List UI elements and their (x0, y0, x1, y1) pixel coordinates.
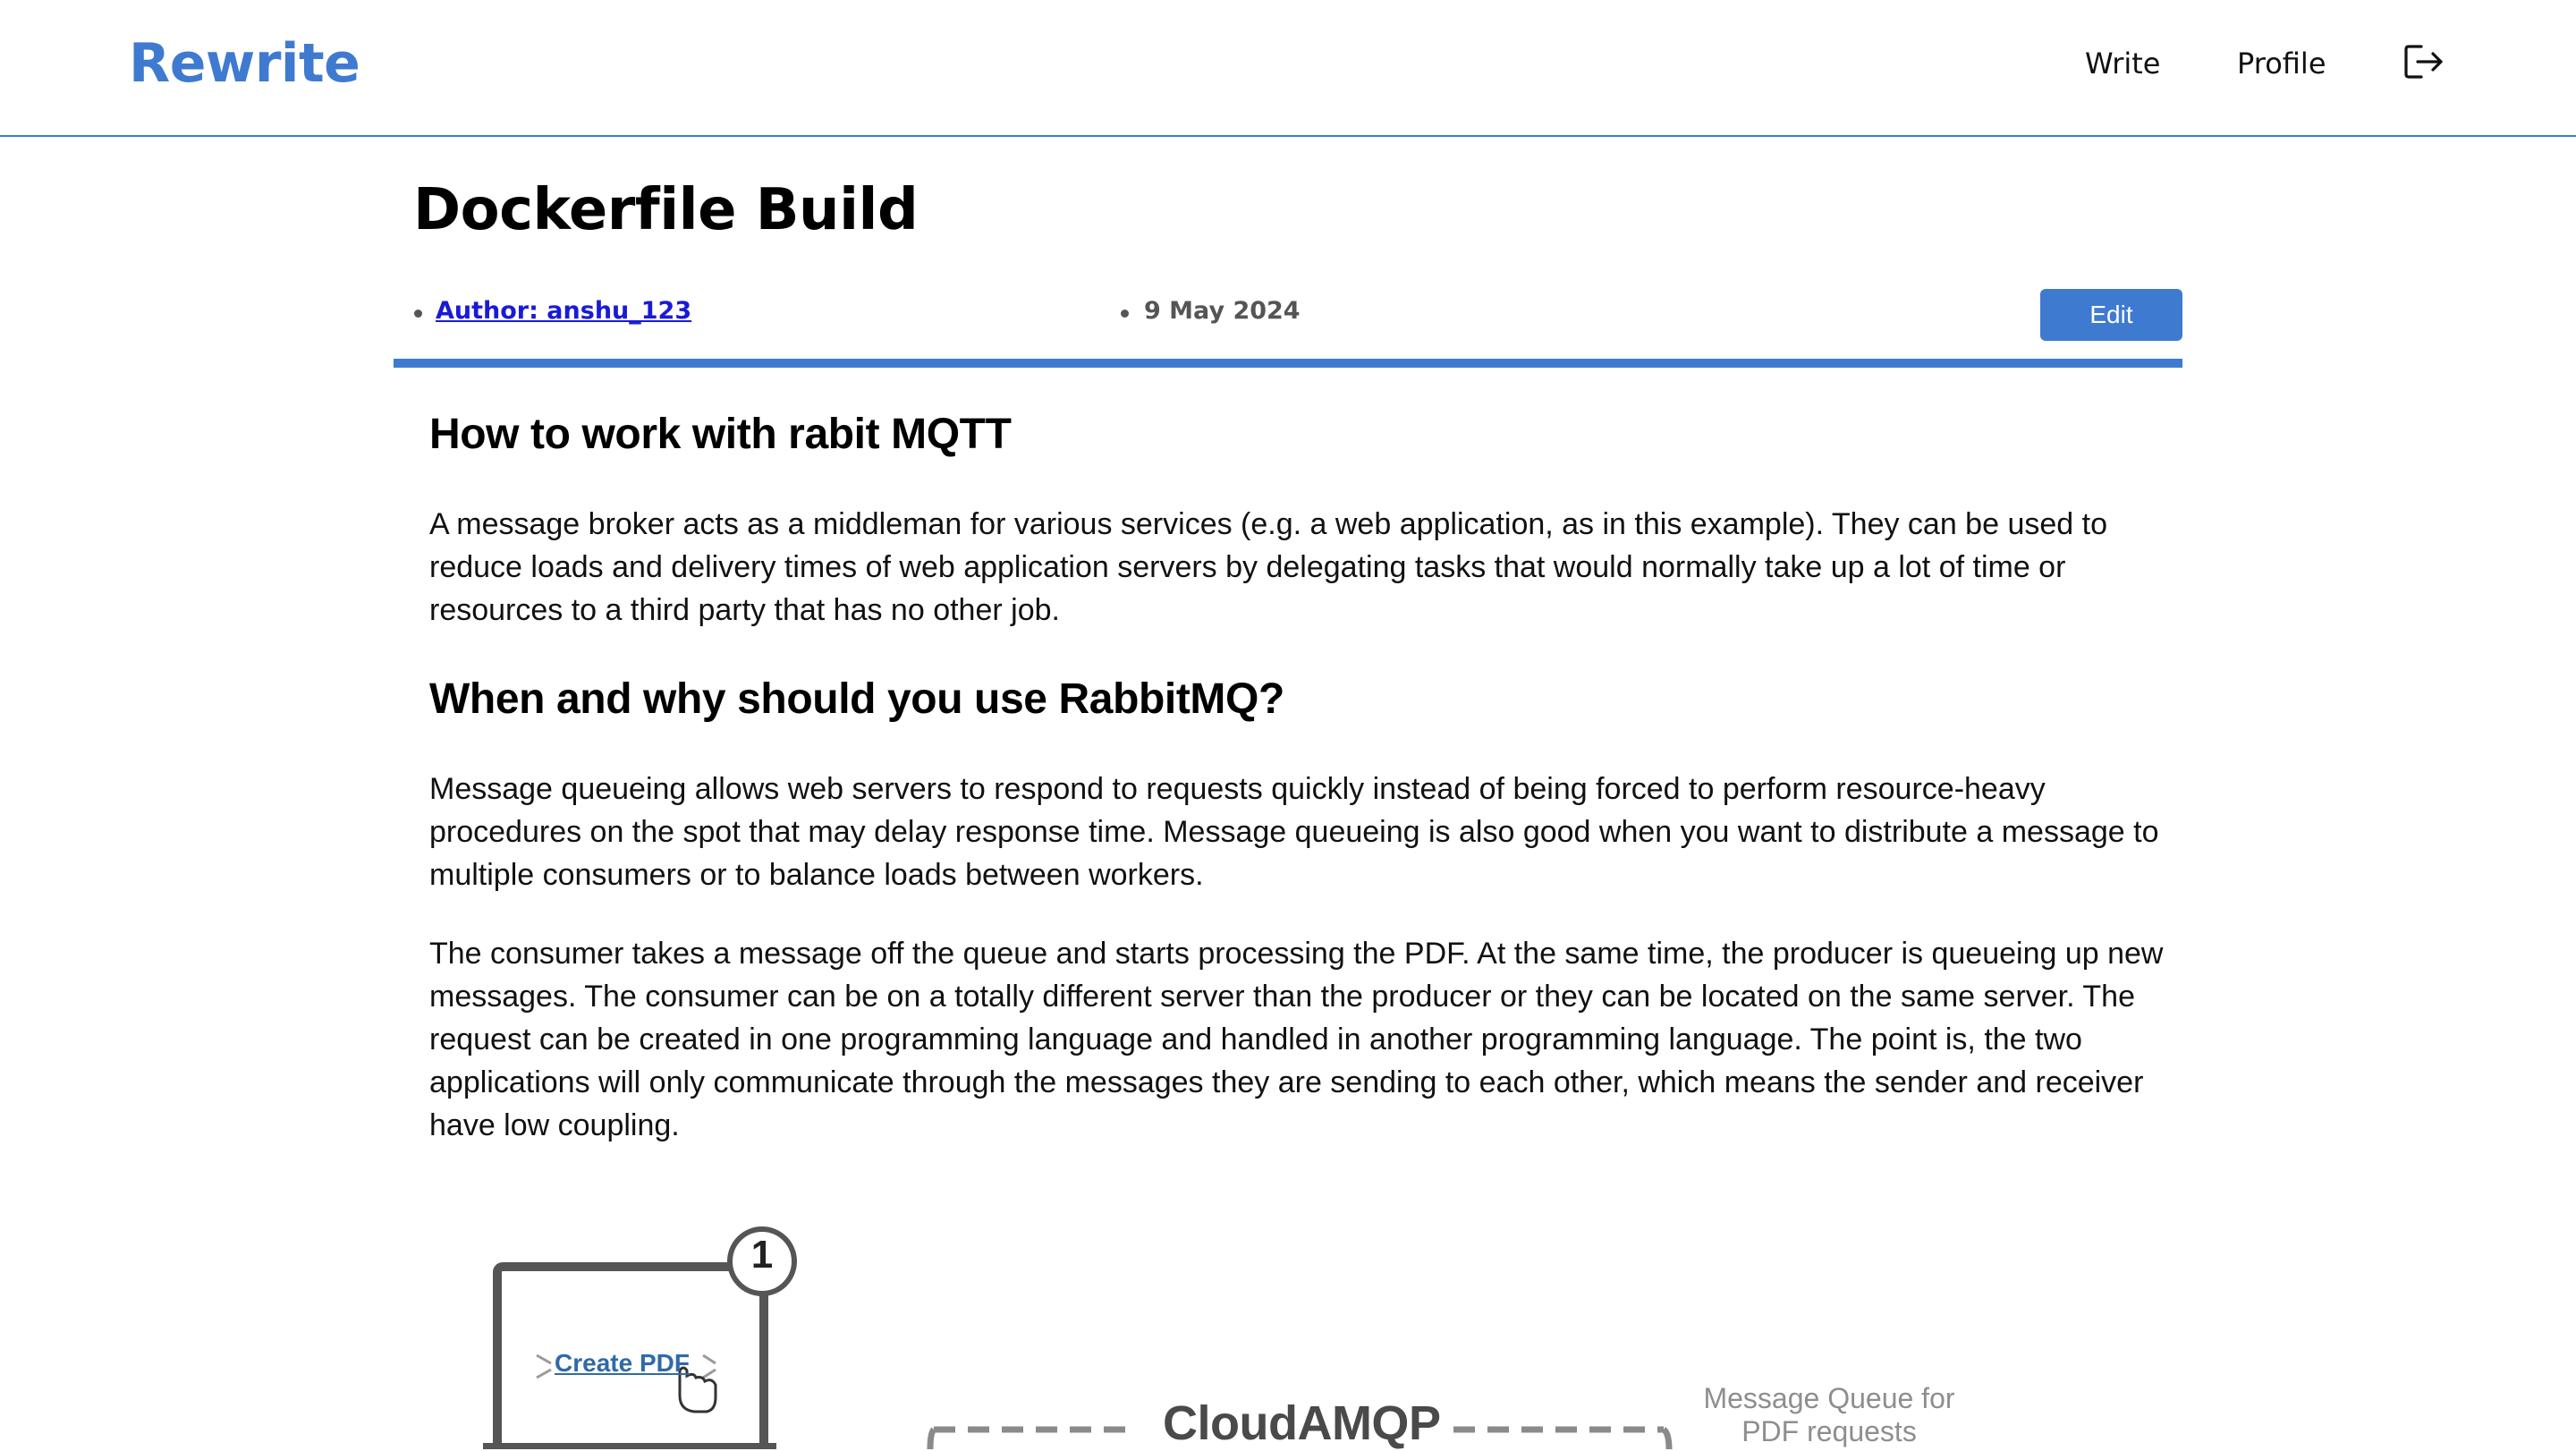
brand-logo-link[interactable]: Rewrite (129, 32, 360, 95)
article-paragraph: The consumer takes a message off the que… (429, 937, 2164, 1142)
create-pdf-label: Create PDF (555, 1349, 690, 1377)
post-title: Dockerfile Build (413, 177, 919, 243)
logout-icon[interactable] (2403, 43, 2446, 81)
cloudamqp-label: CloudAMQP (1163, 1396, 1441, 1450)
title-divider (394, 359, 2182, 368)
article-heading: How to work with rabit MQTT (429, 411, 1012, 458)
bullet-dot (414, 310, 422, 318)
nav-write-link[interactable]: Write (2085, 47, 2160, 81)
nav-profile-link[interactable]: Profile (2237, 47, 2326, 81)
edit-button[interactable]: Edit (2040, 289, 2182, 341)
queue-label-line: Message Queue for (1703, 1382, 1955, 1414)
queue-label-line: PDF requests (1741, 1415, 1917, 1447)
article-heading: When and why should you use RabbitMQ? (429, 675, 1284, 723)
author-link[interactable]: Author: anshu_123 (436, 297, 691, 325)
top-navbar: Rewrite Write Profile (0, 0, 2576, 137)
article-paragraph: Message queueing allows web servers to r… (429, 772, 2159, 892)
step-number-label: 1 (750, 1233, 774, 1277)
message-queue-label: Message Queue for PDF requests (1682, 1382, 1977, 1448)
bullet-dot (1121, 310, 1129, 318)
article-paragraph: A message broker acts as a middleman for… (429, 507, 2107, 627)
post-date: 9 May 2024 (1144, 297, 1301, 325)
